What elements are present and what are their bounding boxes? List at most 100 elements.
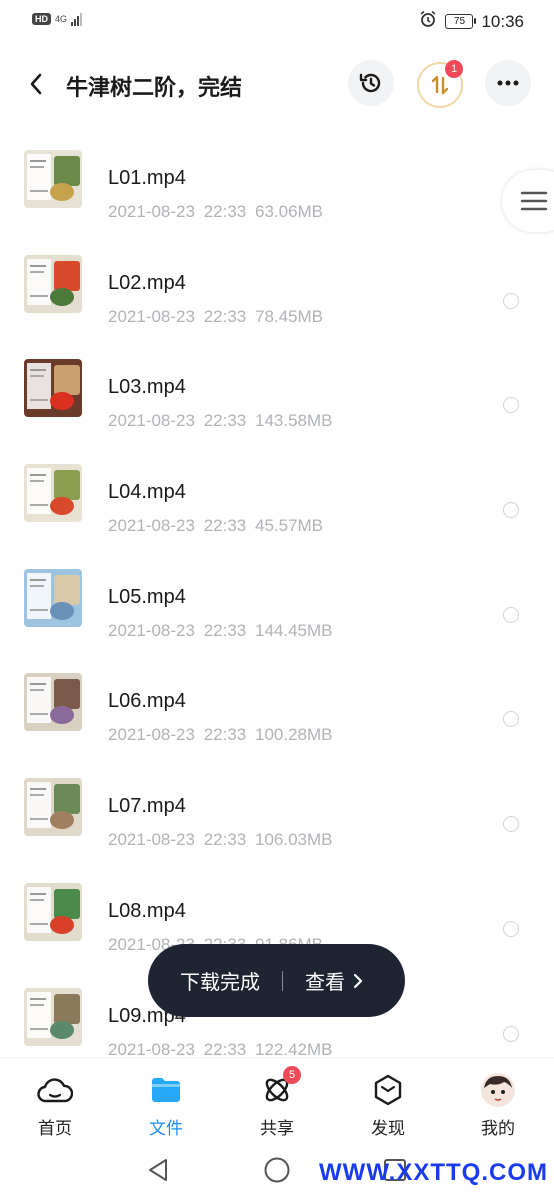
transfer-badge: 1	[445, 60, 463, 78]
watermark-text: WWW.XXTTQ.COM	[319, 1159, 548, 1186]
tab-me-label: 我的	[481, 1119, 515, 1139]
file-date: 2021-08-23	[108, 202, 195, 221]
back-button[interactable]	[20, 68, 52, 100]
file-size: 78.45MB	[254, 306, 324, 326]
discover-hexagon-icon	[370, 1072, 406, 1108]
nav-home-icon[interactable]	[263, 1156, 291, 1184]
select-radio[interactable]	[503, 1025, 519, 1042]
select-radio[interactable]	[503, 711, 519, 728]
file-row[interactable]: L03.mp4 2021-08-23 22:33 143.58MB	[0, 331, 554, 436]
file-size: 106.03MB	[254, 830, 333, 850]
atom-share-icon: 5	[259, 1066, 301, 1108]
file-date: 2021-08-23	[108, 620, 195, 640]
video-thumbnail	[24, 882, 82, 941]
battery-icon: 75	[445, 14, 477, 29]
file-time: 22:33	[203, 830, 247, 850]
file-name: L05.mp4	[108, 585, 186, 608]
share-badge: 5	[283, 1066, 301, 1084]
file-meta: 2021-08-23 22:33 78.45MB	[108, 307, 323, 327]
download-toast: 下载完成 查看	[148, 944, 405, 1017]
history-icon	[359, 73, 381, 93]
file-name: L08.mp4	[108, 899, 186, 922]
file-meta: 2021-08-23 22:33 144.45MB	[108, 621, 332, 641]
toast-view-label: 查看	[305, 970, 345, 994]
tab-home-label: 首页	[38, 1119, 72, 1139]
video-thumbnail	[24, 673, 82, 732]
video-thumbnail	[24, 778, 82, 837]
file-row[interactable]: L07.mp4 2021-08-23 22:33 106.03MB	[0, 750, 554, 855]
file-name: L04.mp4	[108, 481, 186, 504]
signal-icon	[71, 12, 83, 26]
avatar	[480, 1072, 516, 1108]
file-time: 22:33	[203, 620, 247, 640]
file-date: 2021-08-23	[108, 306, 195, 326]
tab-me[interactable]: 我的	[458, 1072, 538, 1139]
file-name: L02.mp4	[108, 271, 186, 294]
file-time: 22:33	[203, 202, 247, 221]
select-radio[interactable]	[503, 816, 519, 833]
status-left: HD 4G	[32, 12, 83, 26]
bottom-tab-bar: 首页 文件 5 共享 发现 我的	[0, 1057, 554, 1144]
toast-divider	[282, 970, 283, 991]
file-name: L03.mp4	[108, 376, 186, 399]
select-radio[interactable]	[503, 502, 519, 519]
file-size: 63.06MB	[254, 202, 324, 221]
file-size: 100.28MB	[254, 725, 333, 745]
more-button[interactable]	[485, 60, 531, 106]
transfer-button[interactable]: 1	[417, 60, 463, 108]
file-time: 22:33	[203, 411, 247, 431]
file-time: 22:33	[203, 725, 247, 745]
tab-share[interactable]: 5 共享	[237, 1066, 317, 1139]
nav-back-icon[interactable]	[146, 1157, 170, 1183]
history-button[interactable]	[348, 60, 394, 106]
file-time: 22:33	[203, 516, 247, 536]
menu-lines-icon	[520, 191, 548, 211]
file-meta: 2021-08-23 22:33 100.28MB	[108, 725, 332, 745]
video-thumbnail	[24, 254, 82, 313]
file-size: 144.45MB	[254, 620, 333, 640]
file-date: 2021-08-23	[108, 725, 195, 745]
file-date: 2021-08-23	[108, 1039, 195, 1058]
tab-discover[interactable]: 发现	[348, 1072, 428, 1139]
file-name: L06.mp4	[108, 690, 186, 713]
hd-badge: HD	[32, 13, 51, 25]
file-row[interactable]: L05.mp4 2021-08-23 22:33 144.45MB	[0, 541, 554, 646]
tab-discover-label: 发现	[371, 1119, 405, 1139]
battery-level: 75	[453, 16, 466, 27]
video-thumbnail	[24, 150, 82, 208]
file-time: 22:33	[203, 306, 247, 326]
select-radio[interactable]	[503, 397, 519, 414]
select-radio[interactable]	[503, 606, 519, 623]
file-date: 2021-08-23	[108, 411, 195, 431]
file-size: 45.57MB	[254, 516, 324, 536]
system-nav-bar: WWW.XXTTQ.COM	[0, 1145, 554, 1200]
file-name: L01.mp4	[108, 167, 186, 189]
video-thumbnail	[24, 464, 82, 523]
file-meta: 2021-08-23 22:33 63.06MB	[108, 202, 323, 222]
file-list[interactable]: L01.mp4 2021-08-23 22:33 63.06MB L02.mp4 20…	[0, 122, 554, 1057]
tab-home[interactable]: 首页	[15, 1072, 95, 1139]
video-thumbnail	[24, 987, 82, 1046]
file-row[interactable]: L01.mp4 2021-08-23 22:33 63.06MB	[0, 122, 554, 227]
file-date: 2021-08-23	[108, 516, 195, 536]
more-dots-icon	[497, 80, 519, 86]
select-radio[interactable]	[503, 920, 519, 937]
tab-files[interactable]: 文件	[126, 1072, 206, 1139]
select-radio[interactable]	[503, 292, 519, 309]
file-meta: 2021-08-23 22:33 143.58MB	[108, 411, 332, 431]
folder-icon	[148, 1072, 184, 1108]
file-row[interactable]: L04.mp4 2021-08-23 22:33 45.57MB	[0, 436, 554, 541]
header: 牛津树二阶，完结 1	[0, 60, 554, 108]
toast-message: 下载完成	[180, 970, 260, 994]
chevron-right-icon	[353, 973, 363, 988]
toast-view-button[interactable]: 查看	[305, 966, 363, 995]
network-type: 4G	[55, 13, 68, 24]
tab-files-label: 文件	[149, 1119, 183, 1139]
file-row[interactable]: L06.mp4 2021-08-23 22:33 100.28MB	[0, 645, 554, 750]
file-row[interactable]: L02.mp4 2021-08-23 22:33 78.45MB	[0, 227, 554, 332]
video-thumbnail	[24, 568, 82, 627]
tab-share-label: 共享	[260, 1119, 294, 1139]
file-time: 22:33	[203, 1039, 247, 1058]
file-name: L07.mp4	[108, 795, 186, 818]
file-meta: 2021-08-23 22:33 122.42MB	[108, 1040, 332, 1058]
